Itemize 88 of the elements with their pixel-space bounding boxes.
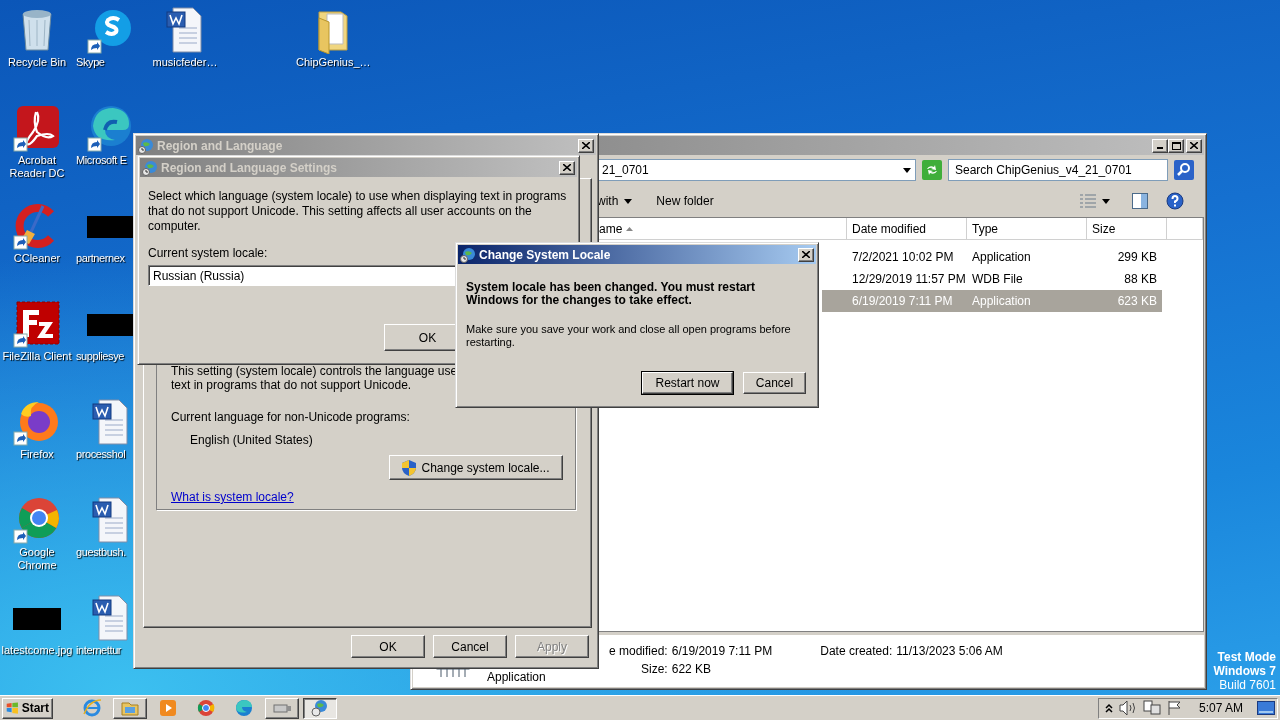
table-cell-text: WDB File bbox=[971, 272, 1024, 286]
dialog-button[interactable]: Restart now bbox=[642, 372, 733, 394]
dropdown-arrow-icon bbox=[903, 167, 911, 173]
table-cell-text: 6/19/2019 7:11 PM bbox=[851, 294, 954, 308]
column-header[interactable]: Date modified bbox=[847, 218, 967, 239]
flag-icon[interactable] bbox=[1166, 700, 1183, 716]
file-row[interactable]: 7/2/2021 10:02 PM Application 299 KB bbox=[822, 246, 1162, 268]
search-field[interactable]: Search ChipGenius_v4_21_0701 bbox=[948, 159, 1168, 181]
table-cell-text: 12/29/2019 11:57 PM bbox=[851, 272, 967, 286]
preview-pane-icon[interactable] bbox=[1132, 193, 1148, 209]
table-cell-text: 299 KB bbox=[1116, 250, 1158, 264]
desktop-icon-label[interactable]: partnernex bbox=[76, 252, 125, 265]
table-cell-text: 7/2/2021 10:02 PM bbox=[851, 250, 955, 264]
close-button[interactable] bbox=[1186, 138, 1202, 153]
detail-value: 11/13/2023 5:06 AM bbox=[896, 644, 1003, 658]
globe-icon bbox=[460, 246, 476, 263]
column-header[interactable]: Type bbox=[967, 218, 1087, 239]
speaker-icon[interactable] bbox=[1118, 700, 1137, 716]
table-cell-text: Application bbox=[971, 250, 1032, 264]
close-icon bbox=[563, 164, 571, 171]
desktop-icon-label[interactable]: Acrobat Reader DC bbox=[0, 154, 74, 180]
maximize-icon bbox=[1171, 141, 1181, 150]
taskbar-button[interactable] bbox=[303, 697, 337, 719]
ie-icon bbox=[82, 698, 102, 718]
window-title: Region and Language bbox=[157, 138, 284, 153]
detail-label: Size: bbox=[640, 662, 668, 676]
description-text: Select which language (system locale) to use when displaying text in programs that do not support Unicode. This setting affects all user accounts on the computer. bbox=[148, 189, 568, 234]
change-locale-button[interactable]: Change system locale... bbox=[389, 455, 563, 480]
start-button[interactable]: Start bbox=[2, 697, 53, 719]
caret-icon bbox=[624, 198, 633, 204]
detail-label: e modified: bbox=[609, 644, 668, 658]
desktop-icon-label[interactable]: CCleaner bbox=[13, 252, 61, 265]
field-label: Current language for non-Unicode programs: bbox=[171, 410, 411, 424]
close-button[interactable] bbox=[798, 247, 814, 262]
desktop-icon-label[interactable]: ChipGenius_… bbox=[296, 56, 370, 69]
address-field[interactable]: 21_0701 bbox=[597, 159, 916, 181]
caret-icon[interactable] bbox=[1102, 198, 1110, 204]
table-cell-text: Application bbox=[971, 294, 1032, 308]
minimize-icon bbox=[1157, 147, 1163, 149]
chevron-up-icon[interactable] bbox=[1104, 703, 1113, 713]
desktop-icon-label[interactable]: suppliesye bbox=[76, 350, 124, 363]
close-icon bbox=[802, 251, 810, 258]
description-text: text in programs that do not support Unicode. bbox=[171, 378, 413, 392]
desktop-icon-label[interactable]: musicfeder… bbox=[152, 56, 218, 69]
show-desktop-icon[interactable] bbox=[1257, 701, 1275, 715]
window-title: Change System Locale bbox=[479, 247, 612, 262]
globe-icon bbox=[310, 698, 330, 718]
globe-icon bbox=[142, 159, 158, 176]
desktop-icon-label[interactable]: Skype bbox=[76, 56, 105, 69]
file-type: Application bbox=[487, 670, 547, 686]
table-cell-text: 623 KB bbox=[1116, 294, 1158, 308]
close-button[interactable] bbox=[578, 138, 594, 153]
language-value: English (United States) bbox=[190, 433, 314, 447]
table-cell-text: 88 KB bbox=[1123, 272, 1158, 286]
shield-icon bbox=[402, 459, 417, 476]
window-title: Region and Language Settings bbox=[161, 160, 338, 175]
desktop-icon-label[interactable]: FileZilla Client bbox=[2, 350, 72, 363]
search-icon[interactable] bbox=[1174, 160, 1194, 180]
field-label: Current system locale: bbox=[148, 246, 268, 260]
close-icon bbox=[1190, 142, 1198, 149]
test-mode-text: Test Mode bbox=[1217, 650, 1276, 664]
refresh-icon[interactable] bbox=[922, 160, 942, 180]
sort-arrow-icon bbox=[626, 226, 634, 231]
maximize-button[interactable] bbox=[1168, 138, 1184, 153]
close-button[interactable] bbox=[559, 160, 575, 175]
close-icon bbox=[582, 142, 590, 149]
toolbar-button[interactable]: New folder bbox=[656, 194, 714, 208]
filezilla-icon[interactable] bbox=[13, 300, 61, 348]
clock[interactable]: 5:07 AM bbox=[1198, 701, 1243, 715]
desktop-icon-label[interactable]: Microsoft E bbox=[76, 154, 127, 167]
minimize-button[interactable] bbox=[1152, 138, 1168, 153]
acrobat-icon[interactable] bbox=[13, 104, 61, 152]
test-mode-text: Windows 7 bbox=[1213, 664, 1276, 678]
detail-value: 622 KB bbox=[671, 662, 713, 676]
detail-value: 6/19/2019 7:11 PM bbox=[671, 644, 773, 658]
dialog-button[interactable]: OK bbox=[351, 635, 425, 658]
file-row[interactable]: 12/29/2019 11:57 PM WDB File 88 KB bbox=[822, 268, 1162, 290]
desktop-icon-label[interactable]: Recycle Bin bbox=[7, 56, 67, 69]
column-header[interactable]: Size bbox=[1087, 218, 1167, 239]
windows-logo-icon bbox=[6, 700, 19, 716]
chrome-icon[interactable] bbox=[13, 496, 61, 544]
edge-icon bbox=[234, 698, 254, 718]
test-mode-text: Build 7601 bbox=[1219, 678, 1276, 692]
detail-label: Date created: bbox=[820, 644, 893, 658]
network-icon[interactable] bbox=[1142, 700, 1161, 716]
help-icon[interactable] bbox=[1166, 192, 1184, 210]
help-link[interactable]: What is system locale? bbox=[171, 490, 294, 504]
dialog-button[interactable]: Cancel bbox=[743, 372, 806, 394]
